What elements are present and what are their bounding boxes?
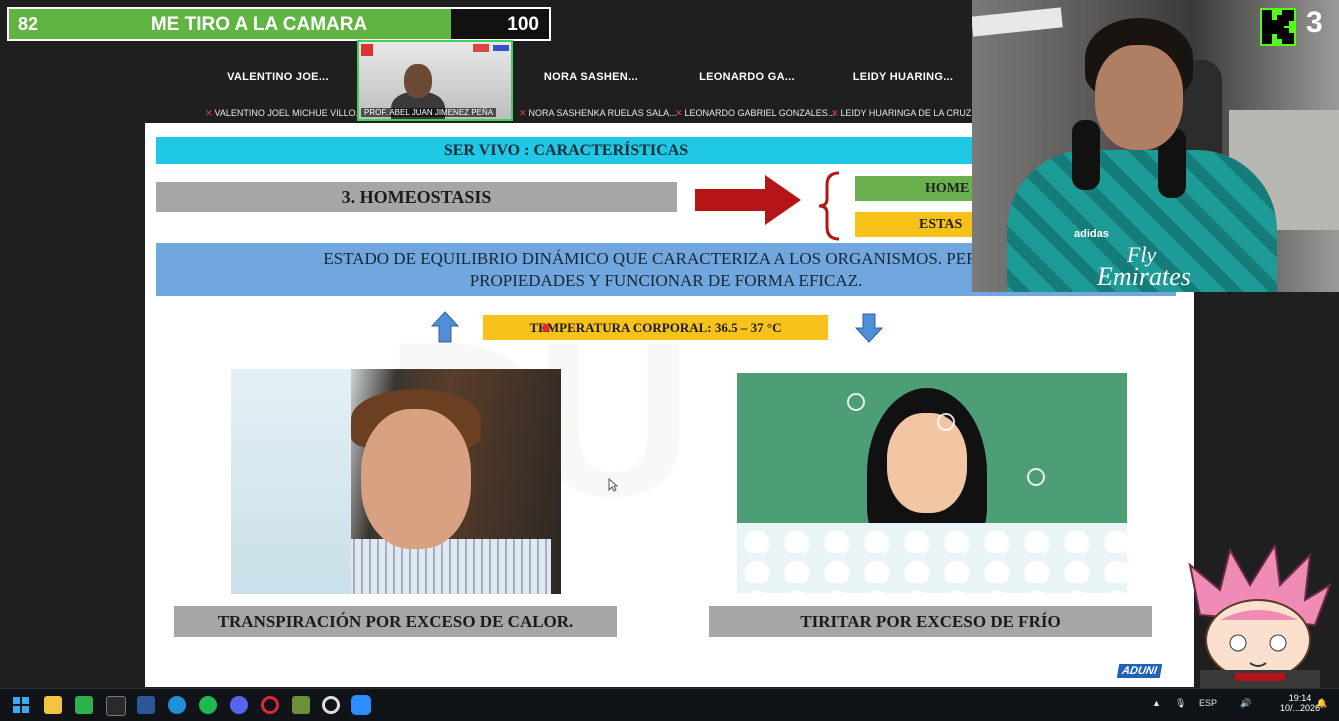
mic-muted-icon: ✕ bbox=[519, 107, 527, 118]
windows-start-icon[interactable] bbox=[12, 696, 30, 714]
goal-title: ME TIRO A LA CAMARA bbox=[150, 14, 368, 35]
aduni-logo: ADUNI bbox=[1116, 664, 1163, 678]
caption-cold: TIRITAR POR EXCESO DE FRÍO bbox=[709, 606, 1152, 637]
microphone-icon[interactable]: 🎙 bbox=[1175, 698, 1186, 709]
active-speaker-name: PROF. ABEL JUAN JIMENEZ PEÑA bbox=[361, 108, 497, 117]
term-home: HOME bbox=[855, 176, 975, 201]
participant-name[interactable]: LEIDY HUARING... bbox=[833, 71, 973, 83]
right-arrow-icon bbox=[695, 175, 801, 225]
shivering-girl-image bbox=[737, 373, 1127, 593]
participant-name[interactable]: LEONARDO GA... bbox=[677, 71, 817, 83]
jersey-sponsor: Emirates bbox=[1097, 262, 1191, 291]
edge-icon[interactable] bbox=[168, 696, 186, 714]
logo-icon bbox=[361, 44, 373, 56]
slide-header: SER VIVO : CARACTERÍSTICAS bbox=[156, 137, 976, 164]
participant-tag: ✕ NORA SASHENKA RUELAS SALA... bbox=[519, 107, 677, 119]
body-temperature-label: TEMPERATURA CORPORAL: 36.5 – 37 °C bbox=[483, 315, 828, 340]
active-speaker-video[interactable]: PROF. ABEL JUAN JIMENEZ PEÑA bbox=[357, 40, 513, 121]
discord-icon[interactable] bbox=[230, 696, 248, 714]
goal-current: 82 bbox=[18, 14, 39, 34]
stream-goal-bar: 82 ME TIRO A LA CAMARA 100 bbox=[7, 7, 551, 41]
sweating-man-image bbox=[231, 369, 561, 594]
caption-heat: TRANSPIRACIÓN POR EXCESO DE CALOR. bbox=[174, 606, 617, 637]
up-arrow-icon bbox=[431, 311, 459, 343]
mic-muted-icon: ✕ bbox=[205, 107, 213, 118]
mic-muted-icon: ✕ bbox=[831, 107, 839, 118]
mic-muted-icon: ✕ bbox=[675, 107, 683, 118]
laser-pointer bbox=[542, 324, 550, 332]
opera-icon[interactable] bbox=[261, 696, 279, 714]
taskbar: ▲ 🎙 ESP 🔊 19:14 10/...2026 🔔 bbox=[0, 688, 1339, 721]
mascot-sticker bbox=[1188, 545, 1332, 690]
down-arrow-icon bbox=[855, 313, 883, 343]
notification-bell-icon[interactable]: 🔔 bbox=[1316, 698, 1327, 709]
goal-target: 100 bbox=[507, 14, 539, 35]
system-clock[interactable]: 19:14 10/...2026 bbox=[1280, 693, 1320, 713]
viewer-count: 3 bbox=[1306, 6, 1323, 39]
volume-icon[interactable]: 🔊 bbox=[1240, 698, 1251, 709]
minecraft-icon[interactable] bbox=[292, 696, 310, 714]
curly-brace-icon bbox=[818, 171, 840, 241]
topic-title: 3. HOMEOSTASIS bbox=[156, 182, 677, 212]
speaker-head bbox=[404, 64, 432, 98]
mouse-cursor-icon bbox=[608, 478, 618, 492]
term-estasis: ESTAS bbox=[855, 212, 975, 237]
file-explorer-icon[interactable] bbox=[44, 696, 62, 714]
jersey-brand: adidas bbox=[1074, 228, 1109, 240]
epic-games-icon[interactable] bbox=[106, 696, 126, 716]
kick-logo-icon bbox=[1260, 8, 1296, 46]
logo-icon bbox=[473, 44, 489, 52]
headphones-icon bbox=[1072, 120, 1100, 190]
zoom-icon[interactable] bbox=[351, 695, 371, 715]
participant-tag: ✕ LEIDY HUARINGA DE LA CRUZ bbox=[831, 107, 972, 119]
participant-name[interactable]: VALENTINO JOE... bbox=[208, 71, 348, 83]
language-indicator[interactable]: ESP bbox=[1199, 698, 1217, 708]
spotify-icon[interactable] bbox=[199, 696, 217, 714]
chevron-up-icon[interactable]: ▲ bbox=[1152, 698, 1161, 708]
chrome-icon[interactable] bbox=[322, 696, 340, 714]
word-icon[interactable] bbox=[137, 696, 155, 714]
feedly-icon[interactable] bbox=[75, 696, 93, 714]
participant-tag: ✕ LEONARDO GABRIEL GONZALES... bbox=[675, 107, 836, 119]
participant-tag: ✕ VALENTINO JOEL MICHUE VILLO... bbox=[205, 107, 364, 119]
participant-name[interactable]: NORA SASHEN... bbox=[521, 71, 661, 83]
logo-icon bbox=[493, 45, 509, 51]
